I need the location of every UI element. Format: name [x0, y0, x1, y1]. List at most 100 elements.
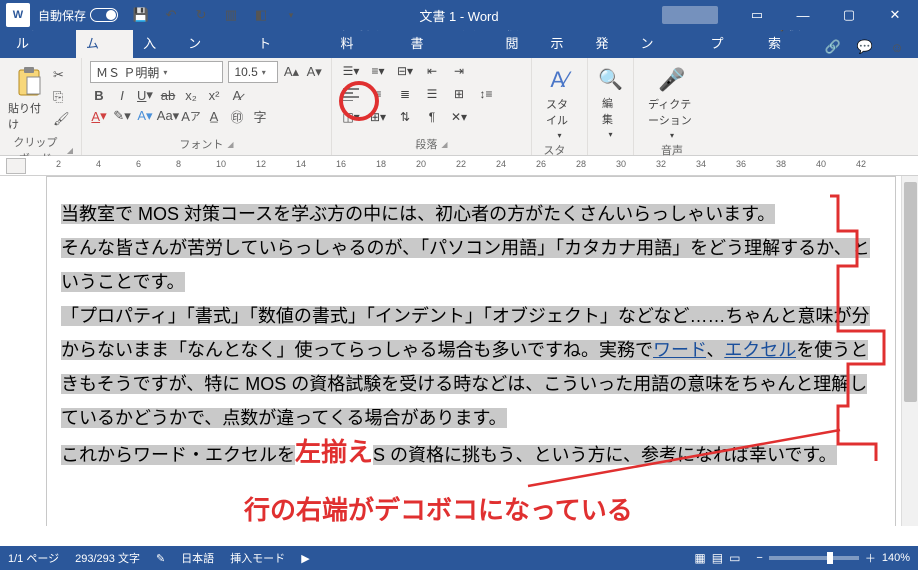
title-bar: W 自動保存 💾 ↶ ↻ ▥ ◧ ▾ 文書 1 - Word ▭ — ▢ ✕	[0, 0, 918, 30]
ruler-ticks: 24681012141618202224262830323436384042	[56, 156, 918, 175]
styles-icon: A⁄	[550, 67, 568, 93]
page[interactable]: 当教室で MOS 対策コースを学ぶ方の中には、初心者の方がたくさんいらっしゃいま…	[46, 176, 896, 526]
group-editing: 🔍 編集▾	[588, 58, 634, 155]
cut-icon[interactable]: ✂	[53, 67, 70, 83]
borders-icon[interactable]: ⊞▾	[367, 107, 389, 127]
align-left-button[interactable]	[340, 84, 362, 104]
zoom-in-icon[interactable]: ＋	[865, 550, 876, 566]
format-painter-icon[interactable]: 🖌	[53, 111, 70, 127]
phonetic-icon[interactable]: Aア	[182, 107, 200, 125]
app-icon: W	[6, 3, 30, 27]
underline-button[interactable]: U▾	[136, 86, 154, 104]
printlayout-icon[interactable]: ▤	[712, 551, 723, 565]
word-count[interactable]: 293/293 文字	[75, 550, 140, 566]
asian-layout-icon[interactable]: ✕▾	[448, 107, 470, 127]
editing-button[interactable]: 🔍 編集▾	[596, 61, 625, 139]
status-bar: 1/1 ページ 293/293 文字 ✎ 日本語 挿入モード ▶ ▦ ▤ ▭ −…	[0, 546, 918, 570]
styles-button[interactable]: A⁄ スタイル▾	[540, 61, 579, 140]
window-controls: ▭ — ▢ ✕	[662, 0, 918, 30]
maximize-button[interactable]: ▢	[826, 0, 872, 30]
language[interactable]: 日本語	[181, 550, 214, 566]
line-spacing-icon[interactable]: ↕≡	[475, 84, 497, 104]
superscript-button[interactable]: x²	[205, 86, 223, 104]
group-font: ＭＳ Ｐ明朝▾ 10.5▾ A▴ A▾ B I U▾ ab x₂ x² A̷ A…	[82, 58, 332, 155]
document-title: 文書 1 - Word	[419, 6, 498, 25]
autosave-toggle[interactable]: 自動保存	[38, 7, 118, 24]
smiley-icon[interactable]: ☺	[886, 36, 908, 58]
qat-btn-icon[interactable]: ▥	[222, 6, 240, 24]
document-text[interactable]: 当教室で MOS 対策コースを学ぶ方の中には、初心者の方がたくさんいらっしゃいま…	[61, 197, 881, 472]
scrollbar-thumb[interactable]	[904, 182, 917, 402]
bold-button[interactable]: B	[90, 86, 108, 104]
shrink-font-icon[interactable]: A▾	[305, 63, 323, 81]
zoom-level[interactable]: 140%	[882, 552, 910, 564]
distribute-button[interactable]: ⊞	[448, 84, 470, 104]
mic-icon: 🎤	[658, 67, 685, 93]
clipboard-icon	[16, 67, 42, 97]
autosave-label: 自動保存	[38, 7, 86, 24]
readmode-icon[interactable]: ▦	[694, 551, 705, 565]
redo-icon[interactable]: ↻	[192, 6, 210, 24]
insert-mode[interactable]: 挿入モード	[230, 550, 285, 566]
macro-icon[interactable]: ▶	[301, 552, 309, 565]
qat-more-icon[interactable]: ▾	[282, 6, 300, 24]
justify-button[interactable]: ☰	[421, 84, 443, 104]
font-name-select[interactable]: ＭＳ Ｐ明朝▾	[90, 61, 223, 83]
strike-button[interactable]: ab	[159, 86, 177, 104]
quick-access-toolbar: 💾 ↶ ↻ ▥ ◧ ▾	[132, 6, 300, 24]
share-icon[interactable]: 🔗	[822, 36, 844, 58]
weblayout-icon[interactable]: ▭	[729, 551, 740, 565]
ribbon-options-icon[interactable]: ▭	[734, 0, 780, 30]
clear-format-icon[interactable]: A̷	[228, 86, 246, 104]
zoom-control[interactable]: − ＋ 140%	[756, 550, 910, 566]
tab-selector-icon[interactable]	[6, 158, 26, 174]
dictation-button[interactable]: 🎤 ディクテーション▾	[642, 61, 702, 140]
italic-button[interactable]: I	[113, 86, 131, 104]
toggle-icon	[90, 8, 118, 22]
minimize-button[interactable]: —	[780, 0, 826, 30]
ribbon-tabs: ファイル ホーム 挿入 デザイン レイアウト 参考資料 差し込み文書 校閲 表示…	[0, 30, 918, 58]
show-marks-icon[interactable]: ¶	[421, 107, 443, 127]
copy-icon[interactable]: ⎘	[53, 89, 70, 105]
grow-font-icon[interactable]: A▴	[283, 63, 301, 81]
save-icon[interactable]: 💾	[132, 6, 150, 24]
paste-button[interactable]: 貼り付け	[8, 61, 50, 132]
ribbon: 貼り付け ✂ ⎘ 🖌 クリップボード◢ ＭＳ Ｐ明朝▾ 10.5▾ A▴ A▾ …	[0, 58, 918, 156]
multilevel-icon[interactable]: ⊟▾	[394, 61, 416, 81]
zoom-slider[interactable]	[769, 556, 859, 560]
inc-indent-icon[interactable]: ⇥	[448, 61, 470, 81]
page-count[interactable]: 1/1 ページ	[8, 550, 59, 566]
close-button[interactable]: ✕	[872, 0, 918, 30]
shading-icon[interactable]: ◫▾	[340, 107, 362, 127]
group-paragraph: ☰▾ ≡▾ ⊟▾ ⇤ ⇥ ≡ ≣ ☰ ⊞ ↕≡ ◫▾ ⊞▾ ⇅ ¶ ✕▾	[332, 58, 532, 155]
comments-icon[interactable]: 💬	[854, 36, 876, 58]
group-styles: A⁄ スタイル▾ スタイル◢	[532, 58, 588, 155]
view-buttons: ▦ ▤ ▭	[694, 551, 740, 565]
undo-icon[interactable]: ↶	[162, 6, 180, 24]
spellcheck-icon[interactable]: ✎	[156, 552, 165, 565]
dec-indent-icon[interactable]: ⇤	[421, 61, 443, 81]
find-icon: 🔍	[598, 67, 623, 92]
qat-btn2-icon[interactable]: ◧	[252, 6, 270, 24]
font-size-select[interactable]: 10.5▾	[228, 61, 277, 83]
highlight-icon[interactable]: ✎▾	[113, 107, 131, 125]
text-effects-icon[interactable]: A▾	[136, 107, 154, 125]
sort-icon[interactable]: ⇅	[394, 107, 416, 127]
numbering-icon[interactable]: ≡▾	[367, 61, 389, 81]
char-shading-icon[interactable]: 字	[251, 107, 269, 125]
user-badge[interactable]	[662, 6, 718, 24]
subscript-button[interactable]: x₂	[182, 86, 200, 104]
change-case-icon[interactable]: Aa▾	[159, 107, 177, 125]
font-color-icon[interactable]: A▾	[90, 107, 108, 125]
document-area: 当教室で MOS 対策コースを学ぶ方の中には、初心者の方がたくさんいらっしゃいま…	[0, 176, 918, 526]
align-right-button[interactable]: ≣	[394, 84, 416, 104]
zoom-out-icon[interactable]: −	[756, 552, 762, 564]
bullets-icon[interactable]: ☰▾	[340, 61, 362, 81]
vertical-scrollbar[interactable]	[901, 176, 918, 526]
group-clipboard: 貼り付け ✂ ⎘ 🖌 クリップボード◢	[0, 58, 82, 155]
group-voice: 🎤 ディクテーション▾ 音声	[634, 58, 710, 155]
enclose-icon[interactable]: ㊞	[228, 107, 246, 125]
align-center-button[interactable]: ≡	[367, 84, 389, 104]
char-border-icon[interactable]: A̲	[205, 107, 223, 125]
horizontal-ruler[interactable]: 24681012141618202224262830323436384042	[0, 156, 918, 176]
